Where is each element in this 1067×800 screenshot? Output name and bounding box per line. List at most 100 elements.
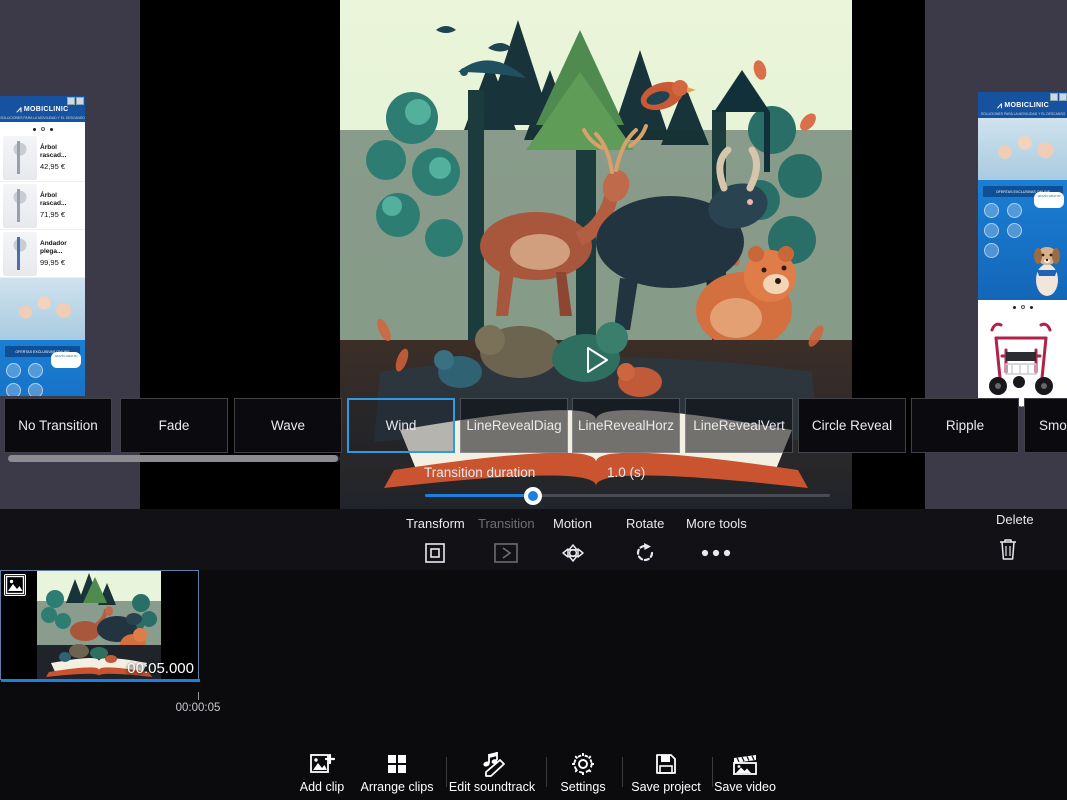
ad-carousel-dots-right[interactable] xyxy=(978,300,1067,312)
transition-tile-ripple[interactable]: Ripple xyxy=(911,398,1019,453)
trash-icon xyxy=(996,536,1034,562)
transitions-scrollbar[interactable] xyxy=(0,453,1067,465)
ad-dog-illustration xyxy=(1034,247,1060,296)
ad-product-title: Andador plega... xyxy=(40,240,67,255)
transition-tile-linerevealhorz[interactable]: LineRevealHorz xyxy=(572,398,680,453)
ad-brand-header-left: ⩘ MOBICLINIC SOLUCIONES PARA LA MOVILIDA… xyxy=(0,96,85,122)
ad-product-price: 71,95 € xyxy=(40,210,66,219)
tool-transition[interactable]: Transition xyxy=(478,516,535,566)
add-image-icon xyxy=(290,750,354,778)
tool-label: Transform xyxy=(406,516,465,531)
ad-product-item[interactable]: Árbol rascad... 42,95 € xyxy=(0,134,85,182)
ad-family-photo xyxy=(978,118,1067,180)
ruler-tick xyxy=(198,692,199,700)
arrange-clips-button[interactable]: Arrange clips xyxy=(354,750,440,794)
ad-feature-icons xyxy=(978,201,1031,260)
clapperboard-icon xyxy=(706,750,784,778)
transition-label: No Transition xyxy=(18,418,98,433)
clip-tools-bar: Transform Transition Motion Rotate More … xyxy=(0,509,1067,570)
transition-tile-smooth[interactable]: Smo xyxy=(1024,398,1067,453)
scrollbar-thumb[interactable] xyxy=(8,455,338,462)
transition-label: LineRevealVert xyxy=(693,418,785,433)
settings-label: Settings xyxy=(560,780,606,794)
ad-window-buttons-right[interactable] xyxy=(1050,93,1067,101)
timeline-ruler[interactable]: 00:00:05 xyxy=(0,692,1067,726)
transition-tile-wave[interactable]: Wave xyxy=(234,398,342,453)
arrange-clips-label: Arrange clips xyxy=(360,780,434,794)
transition-tile-circle-reveal[interactable]: Circle Reveal xyxy=(798,398,906,453)
clip-duration-label: 00:05.000 xyxy=(127,660,194,677)
transitions-strip[interactable]: No Transition Fade Wave Wind LineRevealD… xyxy=(0,398,1067,453)
timeline[interactable]: 00:05.000 00:00:05 xyxy=(0,570,1067,745)
ad-walker-illustration xyxy=(982,316,1064,402)
transition-tile-linerevealdiag[interactable]: LineRevealDiag xyxy=(460,398,568,453)
ad-tagline-right: SOLUCIONES PARA LA MOVILIDAD Y EL DESCAN… xyxy=(980,112,1066,116)
mobiclinic-logo-icon: ⩘ xyxy=(16,103,22,114)
save-project-button[interactable]: Save project xyxy=(622,750,710,794)
tool-more-tools[interactable]: More tools xyxy=(686,516,747,566)
ad-window-buttons-left[interactable] xyxy=(67,97,84,105)
ad-featured-product[interactable]: Andador 4 ruedas | Plegable | Aluminio |… xyxy=(978,312,1067,407)
chevron-right-box-icon xyxy=(478,540,535,566)
transition-tile-linerevealvert[interactable]: LineRevealVert xyxy=(685,398,793,453)
transition-label: Circle Reveal xyxy=(811,418,893,433)
edit-soundtrack-label: Edit soundtrack xyxy=(448,780,536,794)
floppy-disk-icon xyxy=(622,750,710,778)
ad-product-thumb xyxy=(3,231,37,276)
ad-brand-name-right: MOBICLINIC xyxy=(1004,101,1049,109)
transition-label: Wave xyxy=(270,418,305,433)
tool-label: More tools xyxy=(686,516,747,531)
tool-label: Transition xyxy=(478,516,535,531)
edit-soundtrack-button[interactable]: Edit soundtrack xyxy=(440,750,544,794)
transition-duration-slider-fill xyxy=(425,494,535,497)
ad-product-item[interactable]: Árbol rascad... 71,95 € xyxy=(0,182,85,230)
delete-button[interactable]: Delete xyxy=(996,512,1034,562)
transition-label: LineRevealDiag xyxy=(466,418,562,433)
ad-panel-right[interactable]: ⩘ MOBICLINIC SOLUCIONES PARA LA MOVILIDA… xyxy=(978,92,1067,407)
ad-product-title: Árbol rascad... xyxy=(40,144,67,159)
ad-carousel-dots-left[interactable] xyxy=(0,122,85,134)
transition-duration-value: 1.0 (s) xyxy=(607,465,646,480)
ad-product-thumb xyxy=(3,135,37,180)
transition-label: Fade xyxy=(158,418,190,433)
ad-promo-bubble: ¡ENVÍO GRATIS! xyxy=(51,352,81,368)
ad-product-price: 42,95 € xyxy=(40,162,66,171)
gear-icon xyxy=(548,750,618,778)
ad-product-price: 99,95 € xyxy=(40,258,66,267)
timeline-clip[interactable]: 00:05.000 xyxy=(0,570,200,682)
settings-button[interactable]: Settings xyxy=(548,750,618,794)
ad-feature-icons xyxy=(0,361,51,396)
tool-label: Rotate xyxy=(626,516,665,531)
image-icon xyxy=(4,574,26,596)
transition-label: Wind xyxy=(385,418,417,433)
transition-label: Ripple xyxy=(945,418,985,433)
grid-squares-icon xyxy=(354,750,440,778)
ad-family-photo xyxy=(0,278,85,340)
transition-tile-wind[interactable]: Wind xyxy=(347,398,455,453)
transition-label: Smo xyxy=(1039,418,1067,433)
play-button[interactable] xyxy=(583,345,611,375)
bottom-toolbar: Add clip Arrange clips Edit soundtrack S… xyxy=(0,745,1067,800)
square-outline-icon xyxy=(406,540,465,566)
move-arrows-icon xyxy=(553,540,592,566)
ad-panel-left[interactable]: ⩘ MOBICLINIC SOLUCIONES PARA LA MOVILIDA… xyxy=(0,96,85,396)
save-video-button[interactable]: Save video xyxy=(706,750,784,794)
tool-transform[interactable]: Transform xyxy=(406,516,465,566)
ad-tagline-left: SOLUCIONES PARA LA MOVILIDAD Y EL DESCAN… xyxy=(0,116,85,120)
transition-label: LineRevealHorz xyxy=(577,418,675,433)
ad-product-thumb xyxy=(3,183,37,228)
ad-product-item[interactable]: Andador plega... 99,95 € xyxy=(0,230,85,278)
tool-motion[interactable]: Motion xyxy=(553,516,592,566)
transition-duration-slider-handle[interactable] xyxy=(524,487,542,505)
ad-promo-block-left[interactable]: OFERTAS EXCLUSIVAS ONLINE ¡ENVÍO GRATIS! xyxy=(0,340,85,396)
toolbar-divider xyxy=(546,757,547,787)
ad-brand-header-right: ⩘ MOBICLINIC SOLUCIONES PARA LA MOVILIDA… xyxy=(978,92,1067,118)
transition-tile-no-transition[interactable]: No Transition xyxy=(4,398,112,453)
save-project-label: Save project xyxy=(631,780,701,794)
music-pencil-icon xyxy=(440,750,544,778)
ruler-tick-label: 00:00:05 xyxy=(175,702,221,714)
transition-tile-fade[interactable]: Fade xyxy=(120,398,228,453)
add-clip-button[interactable]: Add clip xyxy=(290,750,354,794)
tool-rotate[interactable]: Rotate xyxy=(626,516,664,566)
ad-promo-block-right[interactable]: OFERTAS EXCLUSIVAS ONLINE ¡ENVÍO GRATIS! xyxy=(978,180,1067,300)
